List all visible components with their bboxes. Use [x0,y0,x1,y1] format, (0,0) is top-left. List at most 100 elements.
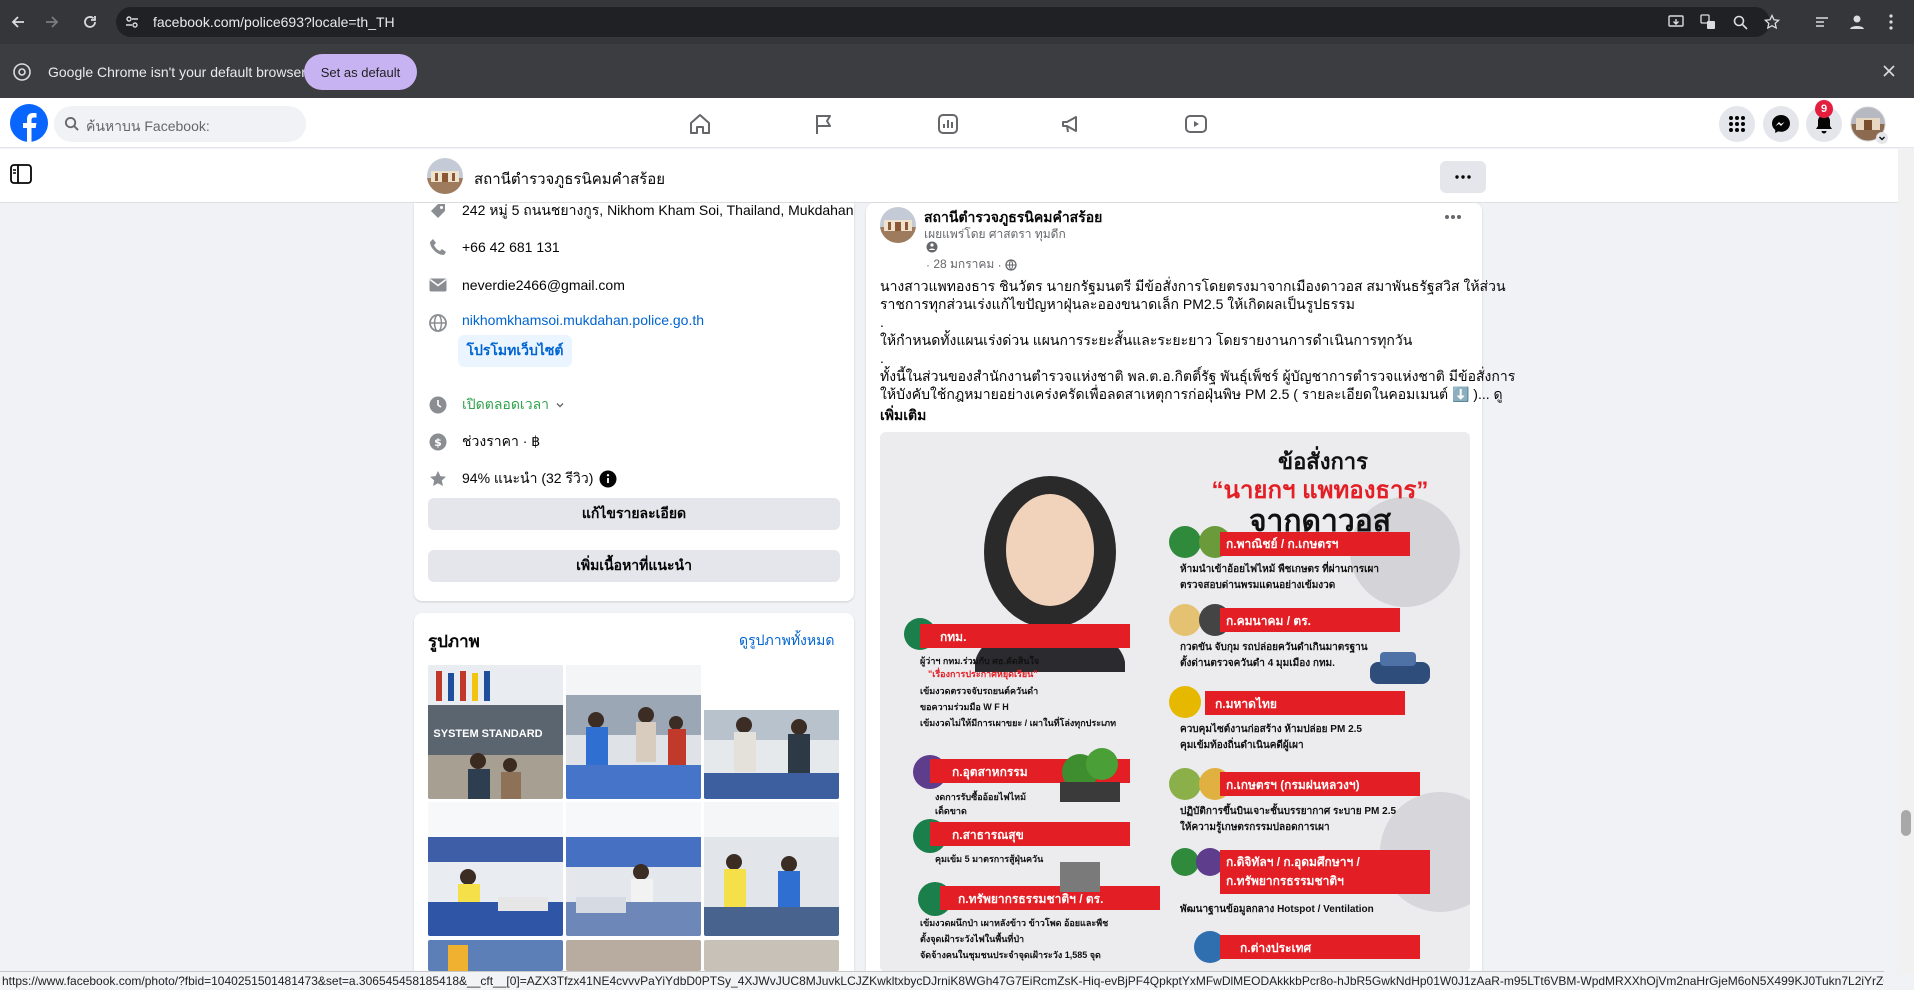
post-date[interactable]: 28 มกราคม [933,255,994,274]
bookmark-star-icon[interactable] [1760,10,1784,34]
price-dollar-icon: $ [428,432,448,452]
infographic-item: เข้มงวดผนึกป่า เผาหลังข้าว ข้าวโพด อ้อยแ… [920,918,1109,928]
site-info-icon[interactable] [120,10,144,34]
public-globe-icon [1005,258,1017,271]
translate-icon[interactable] [1696,10,1720,34]
zoom-icon[interactable] [1728,10,1752,34]
see-more-link[interactable]: เพิ่มเติม [880,405,926,427]
messenger-icon[interactable] [1763,106,1799,142]
promote-website-button[interactable]: โปรโมทเว็บไซต์ [458,335,572,367]
post-text-line: ราชการทุกส่วนเร่งแก้ไขปัญหาฝุ่นละอองขนาด… [880,296,1355,312]
infobar-message: Google Chrome isn't your default browser [48,64,306,80]
infographic-section-head: ก.อุตสาหกรรม [952,765,1028,779]
post-author-avatar[interactable] [880,207,916,243]
post-audience-icon [926,241,938,253]
infographic-item: เด็ดขาด [935,806,967,816]
infographic-item: ตรวจสอบด่านพรมแดนอย่างเข้มงวด [1180,580,1336,591]
post-text-line: ทั้งนี้ในส่วนของสำนักงานตำรวจแห่งชาติ พล… [880,368,1516,384]
infographic-item: ให้ความรู้เกษตรกรรมปลอดการเผา [1180,822,1330,833]
pages-flag-icon[interactable] [810,110,838,138]
post-text-line: . [880,350,884,366]
photos-title: รูปภาพ [428,632,480,651]
rating-info-icon[interactable] [599,470,617,488]
infographic-section-head: ก.ทรัพยากรธรรมชาติฯ / ตร. [958,892,1104,906]
hours-text[interactable]: เปิดตลอดเวลา [462,394,549,416]
hours-chevron-icon[interactable] [555,400,565,410]
globe-icon [428,313,448,333]
infographic-item: งดการรับซื้ออ้อยไฟไหม้ [935,792,1027,802]
post-infographic-image[interactable]: ข้อสั่งการ “นายกฯ แพทองธาร” จากดาวอส ก.พ… [880,432,1470,972]
reload-icon[interactable] [78,10,102,34]
photo-thumbnail[interactable] [566,940,701,971]
post-text-line: . [880,314,884,330]
post-text-line: นางสาวแพทองธาร ชินวัตร นายกรัฐมนตรี มีข้… [880,278,1506,294]
post-text-line: ให้บังคับใช้กฎหมายอย่างเคร่งครัดเพื่อลดส… [880,386,1503,402]
page-sticky-bar [0,149,1898,203]
photo-thumbnail[interactable] [704,665,839,799]
phone-text[interactable]: +66 42 681 131 [462,239,560,255]
photo-thumbnail[interactable] [704,940,839,971]
account-chevron-icon[interactable] [1876,132,1888,144]
ads-megaphone-icon[interactable] [1058,110,1086,138]
email-text[interactable]: neverdie2466@gmail.com [462,277,625,293]
photo-thumbnail[interactable]: SYSTEM STANDARD [428,665,563,799]
page-bar-title[interactable]: สถานีตำรวจภูธรนิคมคำสร้อย [474,167,665,191]
infographic-item: พัฒนาฐานข้อมูลกลาง Hotspot / Ventilation [1180,904,1374,915]
page-scrollbar-thumb[interactable] [1901,810,1911,836]
close-infobar-icon[interactable] [1882,64,1896,78]
install-app-icon[interactable] [1664,10,1688,34]
infographic-item: "เรื่องการประกาศหยุดเรียน" [928,669,1038,679]
email-icon [428,275,448,295]
infographic-item: ตั้งด่านตรวจควันดำ 4 มุมเมือง กทม. [1180,658,1335,669]
infographic-section-head: ก.ทรัพยากรธรรมชาติฯ [1226,874,1344,888]
edit-details-button[interactable]: แก้ไขรายละเอียด [428,498,840,530]
infographic-section-head: ก.มหาดไทย [1215,697,1277,711]
photo-thumbnail[interactable] [566,802,701,936]
post-published-by: เผยแพร่โดย ศาสตรา ทุมดีก [924,227,1066,241]
website-row: nikhomkhamsoi.mukdahan.police.go.th [428,312,704,333]
location-tag-icon [428,201,448,221]
page-bar-avatar[interactable] [427,158,463,194]
infographic-item: คุมเข้มท้องถิ่นดำเนินคดีผู้เผา [1180,740,1304,751]
infographic-item: ผู้ว่าฯ กทม.ร่วมกับ ศธ.คัดสินใจ [920,656,1040,666]
menu-kebab-icon[interactable] [1879,10,1903,34]
back-arrow-icon[interactable] [6,10,30,34]
infographic-section-head: ก.สาธารณสุข [952,828,1024,842]
photo-sign-text: SYSTEM STANDARD [433,728,542,740]
profile-icon[interactable] [1845,10,1869,34]
set-as-default-button[interactable]: Set as default [304,54,417,90]
forward-arrow-icon[interactable] [40,10,64,34]
photo-thumbnail[interactable] [704,802,839,936]
hours-row: เปิดตลอดเวลา [428,394,565,416]
video-icon[interactable] [1182,110,1210,138]
sidebar-toggle-icon[interactable] [10,164,32,184]
insights-chart-icon[interactable] [934,110,962,138]
menu-grid-icon[interactable] [1719,106,1755,142]
search-placeholder: ค้นหาบน Facebook: [86,118,210,134]
infographic-section-head: ก.ต่างประเทศ [1240,941,1312,955]
infographic-item: ควบคุมไซต์งานก่อสร้าง ห้ามปล่อย PM 2.5 [1180,724,1362,735]
notification-count-badge: 9 [1815,100,1833,118]
photo-thumbnail[interactable] [566,665,701,799]
see-all-photos-link[interactable]: ดูรูปภาพทั้งหมด [739,630,834,652]
infographic-item: จัดจ้างคนในชุมชนประจำจุดเฝ้าระวัง 1,585 … [920,950,1101,960]
post-text-line: ให้กำหนดทั้งแผนเร่งด่วน แผนการระยะสั้นแล… [880,332,1413,348]
photo-thumbnail[interactable] [428,940,563,971]
tab-search-icon[interactable] [1810,10,1834,34]
website-link[interactable]: nikhomkhamsoi.mukdahan.police.go.th [462,312,704,328]
rating-text[interactable]: 94% แนะนำ (32 รีวิว) [462,468,593,490]
clock-icon [428,395,448,415]
infographic-item: เข้มงวดตรวจจับรถยนต์ควันดำ [920,686,1039,696]
infographic-item: เข้มงวดไม่ให้มีการเผาขยะ / เผาในที่โล่งท… [920,718,1117,728]
photo-thumbnail[interactable] [428,802,563,936]
page-more-button[interactable] [1440,161,1486,193]
add-featured-button[interactable]: เพิ่มเนื้อหาที่แนะนำ [428,550,840,582]
facebook-logo-icon[interactable] [10,104,48,142]
infographic-section-head: ก.พาณิชย์ / ก.เกษตรฯ [1226,537,1339,551]
infographic-item: ตั้งจุดเฝ้าระวังไฟในพื้นที่ป่า [920,934,1025,944]
phone-row: +66 42 681 131 [428,237,560,257]
post-options-icon[interactable] [1444,214,1462,220]
chrome-logo-icon [13,63,31,81]
home-icon[interactable] [686,110,714,138]
page-scrollbar-track[interactable] [1898,149,1914,974]
